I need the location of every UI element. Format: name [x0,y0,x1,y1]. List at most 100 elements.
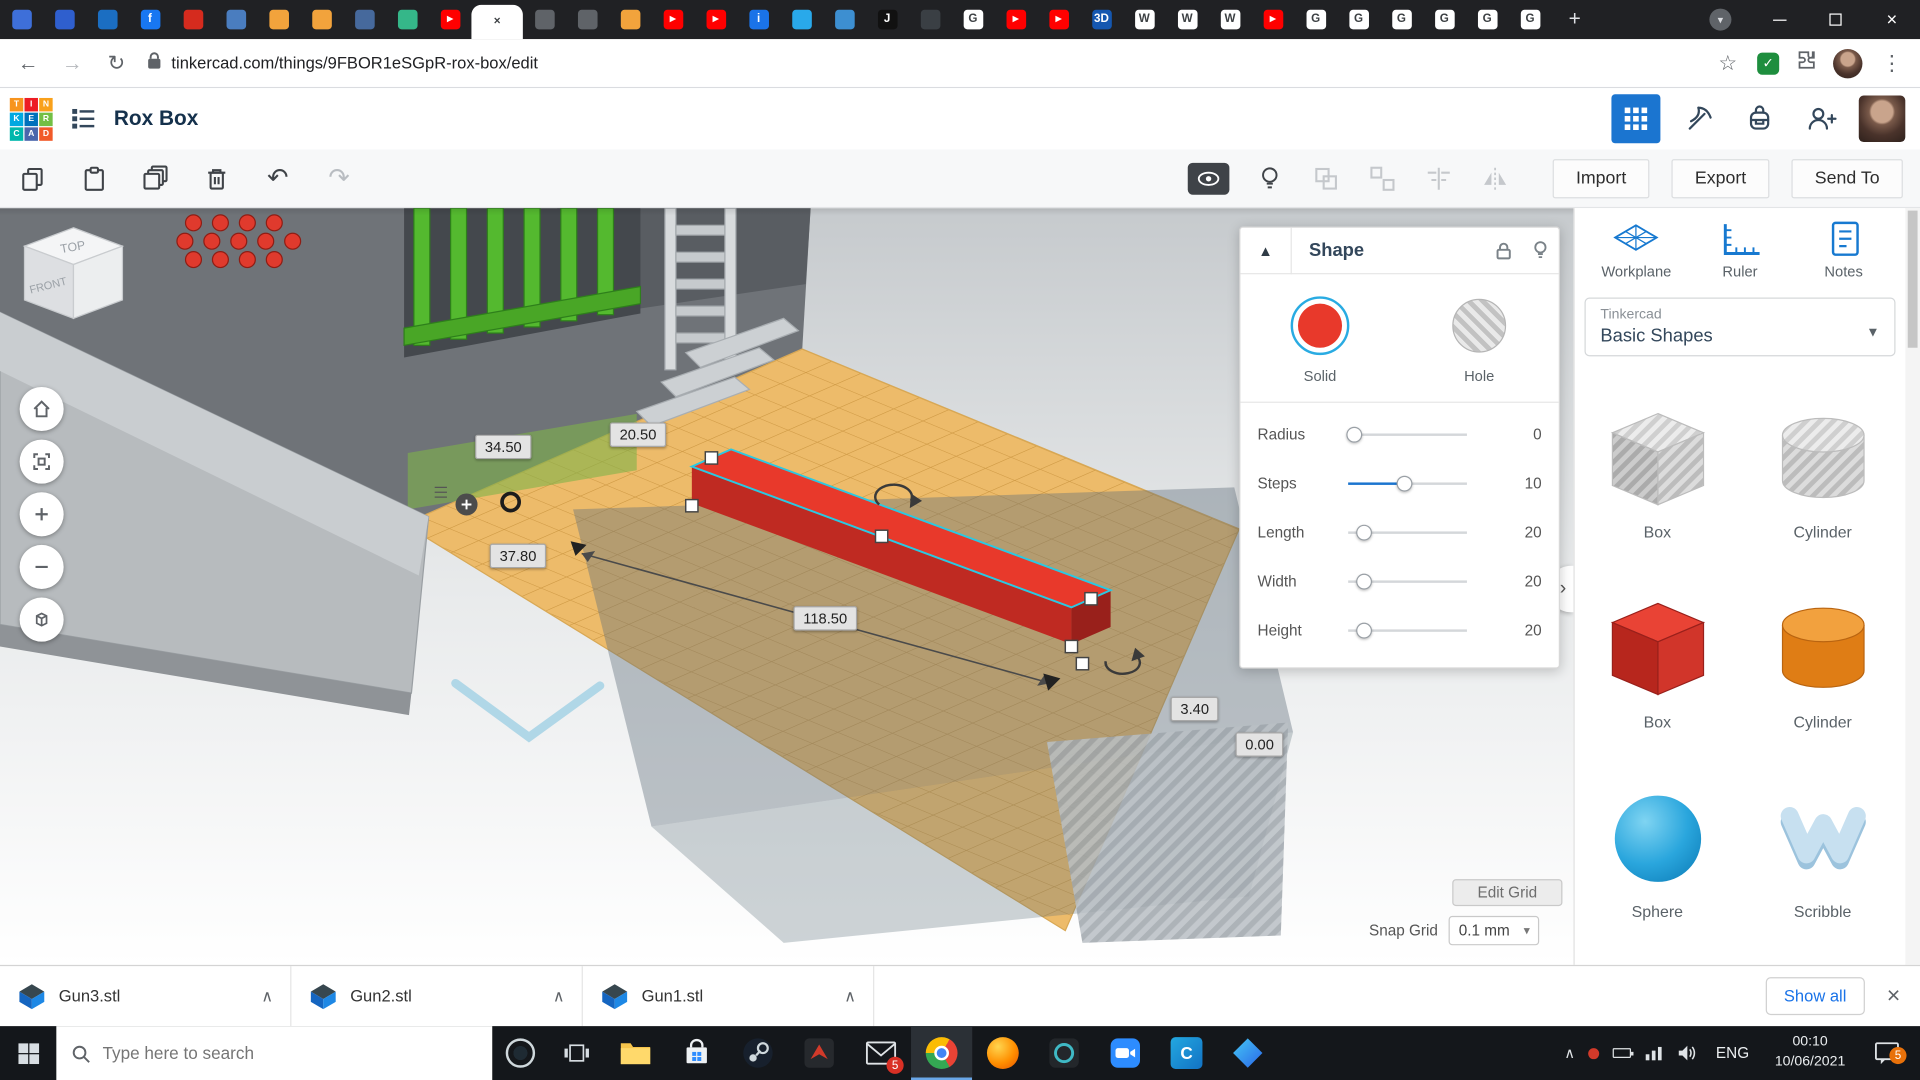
notes-tool[interactable]: Notes [1800,220,1888,280]
align-icon[interactable] [1423,162,1455,194]
tinker-pickaxe-icon[interactable] [1675,96,1722,143]
browser-tab[interactable]: W [1209,0,1252,39]
browser-tab[interactable] [257,0,300,39]
network-icon[interactable] [1645,1046,1665,1061]
browser-menu-icon[interactable]: ⋮ [1878,51,1905,75]
shape-tile-sphere[interactable]: Sphere [1575,741,1740,931]
minimize-button[interactable] [1751,0,1807,39]
dimension-label[interactable]: 37.80 [490,544,546,568]
new-tab-button[interactable]: + [1559,4,1591,36]
steps-slider[interactable] [1348,482,1467,484]
delete-icon[interactable] [201,162,233,194]
ungroup-icon[interactable] [1367,162,1399,194]
browser-tab[interactable]: f [129,0,172,39]
browser-tab[interactable] [523,0,566,39]
taskbar-search[interactable] [56,1026,492,1080]
browser-tab[interactable] [823,0,866,39]
volume-icon[interactable] [1678,1044,1698,1061]
group-icon[interactable] [1310,162,1342,194]
panel-collapse-button[interactable]: ▲ [1240,227,1291,274]
store-icon[interactable] [666,1026,727,1080]
slider-knob[interactable] [1346,427,1362,443]
copy-icon[interactable] [17,162,49,194]
browser-tab-active[interactable]: × [471,5,522,39]
user-avatar[interactable] [1859,96,1906,143]
dashboard-grid-button[interactable] [1611,94,1660,143]
profile-avatar[interactable] [1833,48,1862,77]
mirror-icon[interactable] [1479,162,1511,194]
browser-tab[interactable]: ▸ [429,0,472,39]
download-item[interactable]: Gun1.stl ∧ [583,966,874,1026]
chrome-taskbar-icon[interactable] [911,1026,972,1080]
edit-grid-button[interactable]: Edit Grid [1452,879,1562,906]
hole-mode-button[interactable]: Hole [1400,296,1559,384]
close-button[interactable]: × [1864,0,1920,39]
lock-icon[interactable] [1485,241,1522,261]
browser-tab[interactable] [386,0,429,39]
perspective-toggle-button[interactable] [20,598,64,642]
tray-expand-icon[interactable]: ∧ [1564,1044,1575,1061]
browser-tab[interactable]: J [866,0,909,39]
download-item[interactable]: Gun2.stl ∧ [291,966,582,1026]
3d-viewer-icon[interactable] [1217,1026,1278,1080]
clock[interactable]: 00:10 10/06/2021 [1767,1034,1852,1072]
download-item[interactable]: Gun3.stl ∧ [0,966,291,1026]
browser-tab[interactable]: W [1123,0,1166,39]
redo-icon[interactable]: ↷ [323,162,355,194]
solid-mode-button[interactable]: Solid [1240,296,1399,384]
design-menu-icon[interactable] [70,105,97,132]
import-button[interactable]: Import [1553,159,1650,198]
shape-category-dropdown[interactable]: Tinkercad Basic Shapes ▼ [1584,298,1895,357]
shape-tile-hole-cylinder[interactable]: Cylinder [1740,361,1905,551]
browser-tab[interactable]: ▸ [1251,0,1294,39]
browser-tab[interactable] [909,0,952,39]
search-input[interactable] [102,1043,477,1063]
browser-tab[interactable]: G [1466,0,1509,39]
close-downloads-icon[interactable]: × [1887,983,1901,1010]
send-to-button[interactable]: Send To [1791,159,1902,198]
browser-tab[interactable]: G [1294,0,1337,39]
task-view-button[interactable] [549,1026,605,1080]
slider-knob[interactable] [1396,476,1412,492]
action-center-button[interactable]: 5 [1866,1042,1908,1064]
backpack-icon[interactable] [1736,96,1783,143]
add-collaborator-icon[interactable] [1798,96,1845,143]
start-button[interactable] [0,1026,56,1080]
tray-app-icon[interactable] [1589,1048,1600,1059]
fit-view-button[interactable] [20,440,64,484]
obs-icon[interactable] [1033,1026,1094,1080]
visibility-bulb-icon[interactable] [1522,240,1559,261]
media-controls-icon[interactable]: ▾ [1709,9,1731,31]
duplicate-icon[interactable] [140,162,172,194]
url-field[interactable]: tinkercad.com/things/9FBOR1eSGpR-rox-box… [147,51,1697,75]
battery-icon[interactable] [1613,1048,1631,1058]
extensions-puzzle-icon[interactable] [1795,49,1817,77]
browser-tab[interactable]: ▸ [994,0,1037,39]
browser-tab[interactable] [343,0,386,39]
browser-tab[interactable]: G [1337,0,1380,39]
browser-tab[interactable]: ▸ [1037,0,1080,39]
panel-scrollbar[interactable] [1905,208,1920,965]
design-title[interactable]: Rox Box [114,107,198,131]
length-slider[interactable] [1348,531,1467,533]
slider-knob[interactable] [1356,574,1372,590]
forward-icon[interactable]: → [59,51,86,75]
shape-tile-hole-box[interactable]: Box [1575,361,1740,551]
dimension-label[interactable]: 0.00 [1236,732,1284,756]
download-expand-icon[interactable]: ∧ [261,986,273,1006]
steam-icon[interactable] [727,1026,788,1080]
slider-knob[interactable] [1356,525,1372,541]
browser-tab[interactable]: ▸ [651,0,694,39]
height-slider[interactable] [1348,629,1467,631]
show-all-eye-icon[interactable] [1188,162,1230,194]
zoom-out-button[interactable] [20,545,64,589]
bookmark-star-icon[interactable]: ☆ [1714,51,1741,75]
browser-tab[interactable]: ▸ [694,0,737,39]
width-slider[interactable] [1348,580,1467,582]
browser-tab[interactable]: 3D [1080,0,1123,39]
lightbulb-icon[interactable] [1254,162,1286,194]
browser-tab[interactable]: G [1423,0,1466,39]
dimension-label[interactable]: 3.40 [1171,697,1219,721]
paste-icon[interactable] [78,162,110,194]
back-icon[interactable]: ← [15,51,42,75]
